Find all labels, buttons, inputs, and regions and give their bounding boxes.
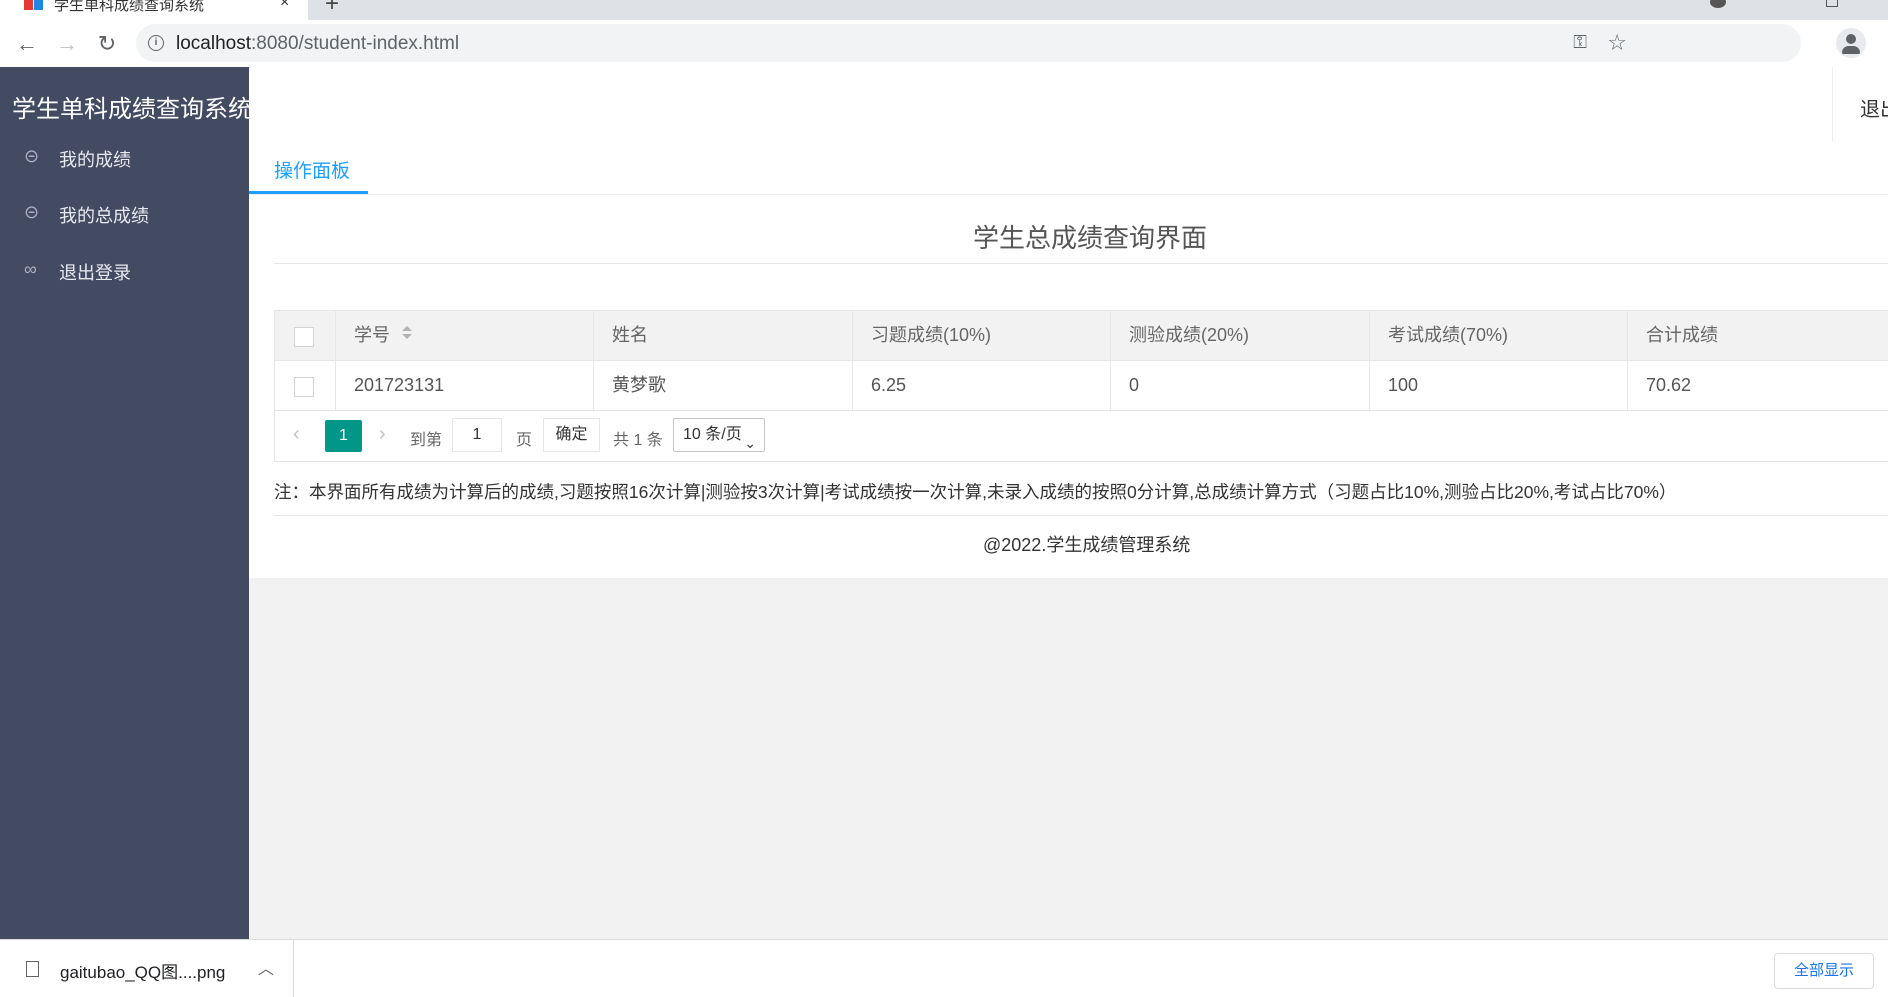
- column-header-exercise: 习题成绩(10%): [853, 311, 1111, 360]
- column-header-label: 考试成绩(70%): [1388, 325, 1509, 345]
- bookmark-star-icon[interactable]: ☆: [1607, 30, 1627, 56]
- column-header-quiz: 测验成绩(20%): [1111, 311, 1370, 360]
- header-checkbox-cell: [275, 311, 336, 360]
- link-icon: ⊝: [24, 202, 40, 222]
- tab-label: 操作面板: [274, 161, 351, 182]
- page-unit-label: 页: [516, 432, 533, 449]
- tab-bar: 操作面板: [249, 142, 1888, 195]
- sidebar-item-label: 退出登录: [59, 263, 131, 283]
- column-header-label: 习题成绩(10%): [871, 325, 992, 345]
- table-row: 201723131 黄梦歌 6.25 0 100 70.62: [275, 361, 1888, 411]
- restore-window-icon[interactable]: [1826, 0, 1838, 7]
- cell-exercise: 6.25: [853, 361, 1111, 410]
- url-host: localhost: [176, 33, 251, 54]
- download-bar: gaitubao_QQ图....png ︿ 全部显示: [0, 939, 1888, 997]
- column-header-label: 姓名: [612, 325, 648, 345]
- link-icon: ⊝: [24, 146, 40, 166]
- current-page-button[interactable]: 1: [325, 420, 362, 452]
- calculation-note: 注：本界面所有成绩为计算后的成绩,习题按照16次计算|测验按3次计算|考试成绩按…: [274, 482, 1677, 502]
- browser-tab-title: 学生单科成绩查询系统: [54, 0, 205, 14]
- column-header-name: 姓名: [594, 311, 853, 360]
- row-checkbox-cell: [275, 361, 336, 410]
- page-size-select[interactable]: 10 条/页 ⌄: [673, 418, 765, 452]
- profile-indicator-icon[interactable]: [1710, 0, 1726, 8]
- cell-total: 70.62: [1628, 361, 1888, 410]
- cell-student-id: 201723131: [336, 361, 594, 410]
- browser-tabstrip: 学生单科成绩查询系统 × +: [0, 0, 1888, 20]
- total-count: 共 1 条: [613, 432, 663, 449]
- next-page-icon[interactable]: ›: [379, 423, 386, 446]
- title-divider: [274, 263, 1888, 264]
- tab-close-icon[interactable]: ×: [280, 0, 289, 12]
- file-icon: [26, 961, 39, 977]
- scores-table: 学号 姓名 习题成绩(10%) 测验成绩(20%) 考试成绩(70%) 合计成绩…: [274, 310, 1888, 462]
- column-header-label: 合计成绩: [1646, 325, 1718, 345]
- row-checkbox[interactable]: [294, 377, 314, 397]
- cell-name: 黄梦歌: [594, 361, 853, 410]
- page-size-value: 10 条/页: [683, 426, 742, 443]
- pagination: ‹ 1 › 到第 1 页 确定 共 1 条 10 条/页 ⌄: [275, 411, 1888, 462]
- new-tab-button[interactable]: +: [325, 0, 339, 18]
- download-file-name: gaitubao_QQ图....png: [60, 963, 226, 982]
- url-text[interactable]: localhost:8080/student-index.html: [176, 33, 459, 55]
- unlink-icon: ∞: [24, 259, 37, 279]
- favicon-icon: [24, 0, 44, 12]
- footer-copyright: @2022.学生成绩管理系统: [983, 535, 1191, 555]
- column-header-exam: 考试成绩(70%): [1370, 311, 1628, 360]
- download-item[interactable]: gaitubao_QQ图....png ︿: [0, 940, 294, 997]
- sort-icon[interactable]: [402, 326, 412, 342]
- profile-avatar[interactable]: [1836, 28, 1866, 58]
- address-bar[interactable]: i localhost:8080/student-index.html ⚿ ☆: [136, 24, 1801, 62]
- url-path: :8080/student-index.html: [251, 33, 460, 54]
- cell-quiz: 0: [1111, 361, 1370, 410]
- goto-page-input[interactable]: 1: [452, 418, 502, 452]
- sidebar-item-my-scores[interactable]: ⊝ 我的成绩: [0, 132, 249, 180]
- browser-toolbar: ← → ↻ i localhost:8080/student-index.htm…: [0, 20, 1888, 68]
- site-info-icon[interactable]: i: [148, 35, 164, 51]
- key-icon[interactable]: ⚿: [1573, 32, 1587, 53]
- tab-operation-panel[interactable]: 操作面板: [249, 142, 368, 194]
- goto-label: 到第: [410, 432, 443, 449]
- prev-page-icon[interactable]: ‹: [293, 423, 300, 446]
- column-header-student-id[interactable]: 学号: [336, 311, 594, 360]
- show-all-downloads-button[interactable]: 全部显示: [1774, 953, 1874, 989]
- reload-button[interactable]: ↻: [92, 29, 122, 59]
- column-header-label: 测验成绩(20%): [1129, 325, 1250, 345]
- page-title: 学生总成绩查询界面: [973, 223, 1208, 253]
- cell-exam: 100: [1370, 361, 1628, 410]
- sidebar-item-total-scores[interactable]: ⊝ 我的总成绩: [0, 188, 249, 236]
- select-all-checkbox[interactable]: [294, 327, 314, 347]
- confirm-button[interactable]: 确定: [543, 418, 600, 452]
- sidebar: 学生单科成绩查询系统 ⊝ 我的成绩 ⊝ 我的总成绩 ∞ 退出登录: [0, 67, 252, 939]
- column-header-label: 学号: [354, 325, 390, 345]
- sidebar-item-logout[interactable]: ∞ 退出登录: [0, 245, 249, 293]
- chevron-down-icon: ⌄: [744, 435, 756, 451]
- forward-button[interactable]: →: [52, 29, 82, 59]
- note-divider: [274, 515, 1888, 516]
- sidebar-item-label: 我的成绩: [59, 150, 131, 170]
- main-panel: 学生总成绩查询界面 学号 姓名 习题成绩(10%) 测验成绩(20%) 考试成绩…: [249, 195, 1888, 578]
- back-button[interactable]: ←: [12, 29, 42, 59]
- top-header: 退出: [249, 67, 1888, 143]
- sidebar-item-label: 我的总成绩: [59, 206, 149, 226]
- header-logout-link[interactable]: 退出: [1860, 93, 1888, 122]
- browser-tab[interactable]: 学生单科成绩查询系统 ×: [0, 0, 308, 20]
- column-header-total: 合计成绩: [1628, 311, 1888, 360]
- header-divider: [1832, 67, 1833, 142]
- chevron-up-icon[interactable]: ︿: [258, 955, 274, 979]
- app-logo: 学生单科成绩查询系统: [12, 96, 252, 123]
- table-header-row: 学号 姓名 习题成绩(10%) 测验成绩(20%) 考试成绩(70%) 合计成绩: [275, 311, 1888, 361]
